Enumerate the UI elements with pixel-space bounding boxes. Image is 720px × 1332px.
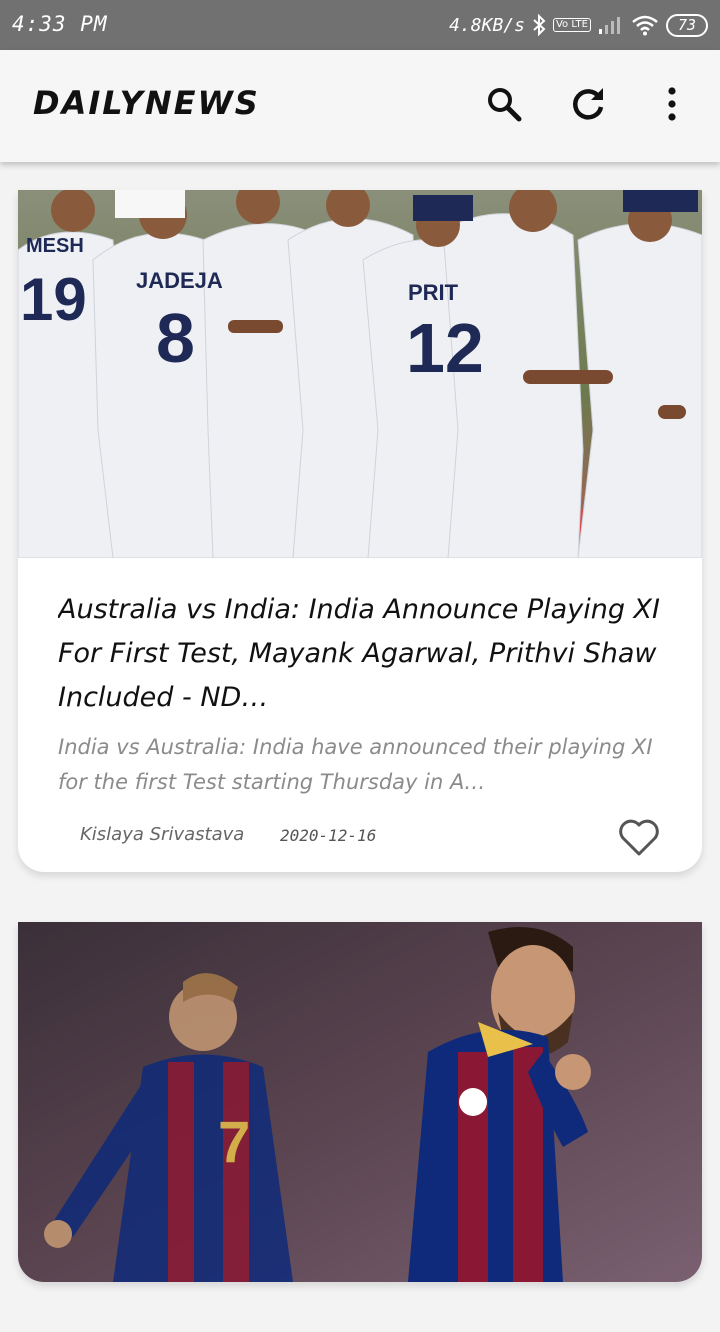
article-meta: Kislaya Srivastava 2020-12-16: [58, 800, 662, 872]
search-button[interactable]: [484, 84, 524, 124]
wifi-icon: [631, 14, 659, 36]
app-bar-actions: [484, 84, 692, 124]
status-icons: 4.8KB/s Vo LTE 73: [449, 10, 708, 40]
jersey-name-mesh: MESH: [26, 235, 84, 257]
status-bar: 4:33 PM 4.8KB/s Vo LTE 73: [0, 0, 720, 50]
volte-badge: Vo LTE: [552, 18, 591, 32]
football-players-photo: 7: [18, 922, 702, 1282]
favorite-button[interactable]: [616, 814, 662, 860]
more-options-button[interactable]: [652, 84, 692, 124]
jersey-name-jadeja: JADEJA: [136, 268, 223, 293]
status-time: 4:33 PM: [12, 12, 108, 36]
bluetooth-icon: [532, 14, 546, 36]
jersey-number-8: 8: [156, 299, 195, 377]
news-card[interactable]: 7: [18, 922, 702, 1282]
article-body: Australia vs India: India Announce Playi…: [18, 558, 702, 872]
jersey-number-7: 7: [218, 1110, 250, 1175]
refresh-button[interactable]: [568, 84, 608, 124]
network-speed: 4.8KB/s: [449, 14, 525, 36]
article-image[interactable]: JADEJA 8 PRIT 12 MESH 19: [18, 190, 702, 558]
news-card[interactable]: JADEJA 8 PRIT 12 MESH 19 Australia vs In…: [18, 190, 702, 872]
app-bar: DAILYNEWS: [0, 50, 720, 162]
article-author: Kislaya Srivastava: [80, 824, 245, 845]
article-summary: India vs Australia: India have announced…: [58, 735, 653, 794]
search-icon: [488, 88, 522, 122]
more-vert-icon: [668, 87, 676, 121]
app-title: DAILYNEWS: [33, 84, 260, 122]
refresh-icon: [573, 88, 604, 120]
signal-icon: [598, 15, 624, 35]
cricket-team-photo: JADEJA 8 PRIT 12 MESH 19: [18, 190, 702, 558]
jersey-number-19: 19: [20, 266, 87, 333]
battery-icon: 73: [665, 13, 708, 37]
heart-icon: [619, 819, 659, 856]
article-headline[interactable]: Australia vs India: India Announce Playi…: [58, 588, 662, 720]
jersey-number-12: 12: [406, 309, 484, 387]
jersey-name-prit: PRIT: [408, 280, 459, 305]
news-feed: JADEJA 8 PRIT 12 MESH 19 Australia vs In…: [18, 190, 702, 1332]
article-image[interactable]: 7: [18, 922, 702, 1282]
article-date: 2020-12-16: [280, 826, 377, 845]
